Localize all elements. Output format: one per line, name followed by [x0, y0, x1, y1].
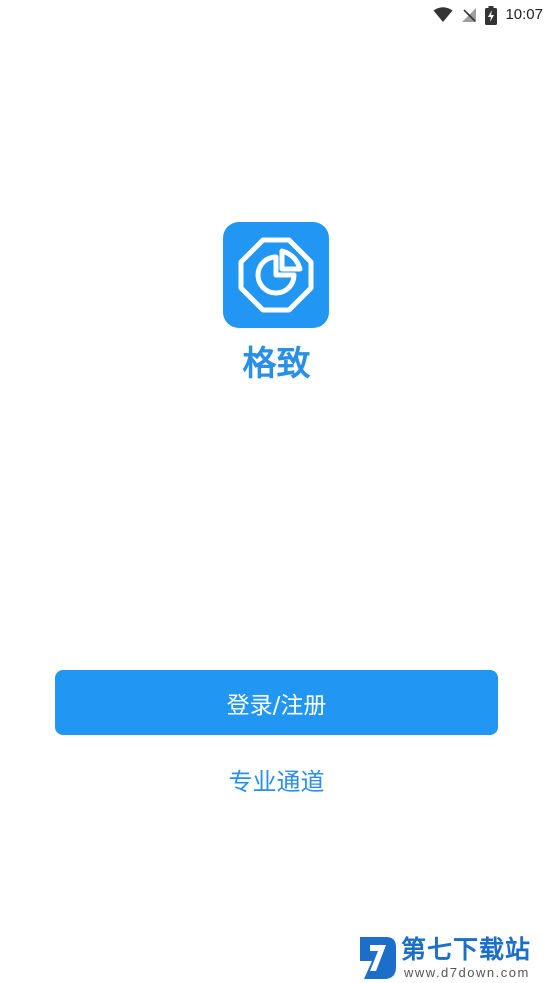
- status-time: 10:07: [505, 6, 543, 23]
- pro-channel-link[interactable]: 专业通道: [0, 762, 553, 802]
- gezhi-logo-icon: [223, 222, 329, 328]
- d7-logo-icon: [360, 937, 396, 979]
- wifi-icon: [433, 7, 453, 23]
- status-icons: 10:07: [433, 4, 543, 26]
- login-register-label: 登录/注册: [226, 692, 327, 719]
- status-bar: 10:07: [0, 0, 553, 30]
- app-name: 格致: [242, 344, 311, 384]
- watermark-title: 第七下载站: [401, 935, 532, 964]
- watermark-url: www.d7down.com: [404, 965, 530, 980]
- login-register-button[interactable]: 登录/注册: [55, 670, 498, 735]
- no-signal-icon: [461, 7, 477, 23]
- battery-charging-icon: [485, 5, 498, 25]
- watermark: 第七下载站 www.d7down.com: [356, 935, 551, 981]
- login-screen: 10:07 格致 登录/注册 专业通道 第七下载站 www.d7down.com: [0, 0, 553, 983]
